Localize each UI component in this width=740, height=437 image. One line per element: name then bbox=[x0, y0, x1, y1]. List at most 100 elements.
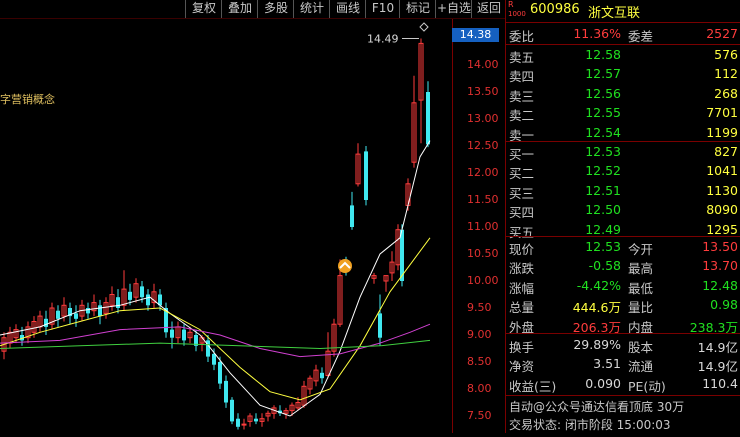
stock-code: 600986 bbox=[530, 2, 580, 17]
stat-row: 涨跌 -0.58 最高 13.70 bbox=[506, 256, 740, 277]
level-volume: 1041 bbox=[706, 163, 738, 179]
ratio-value: 11.36% bbox=[573, 26, 621, 41]
candle-body bbox=[98, 305, 102, 317]
candle-body bbox=[56, 310, 60, 319]
order-level-row[interactable]: 买一 12.53 827 bbox=[506, 142, 740, 162]
toolbar-button-6[interactable]: 标记 bbox=[399, 0, 436, 18]
toolbar-button-8[interactable]: 返回 bbox=[471, 0, 506, 18]
stat-value: 13.50 bbox=[702, 239, 738, 254]
level-label: 卖五 bbox=[509, 50, 535, 65]
stat-value: 444.6万 bbox=[572, 300, 621, 316]
level-volume: 112 bbox=[714, 66, 738, 82]
price-tick: 12.50 bbox=[467, 139, 499, 152]
level-price: 12.58 bbox=[585, 47, 621, 62]
stat-value: -0.58 bbox=[588, 258, 621, 274]
order-level-row[interactable]: 卖二 12.55 7701 bbox=[506, 103, 740, 123]
divider bbox=[506, 22, 740, 23]
stat-value: 13.70 bbox=[702, 258, 738, 274]
candle-body bbox=[218, 362, 222, 384]
stat-value: 14.9亿 bbox=[697, 359, 738, 375]
stat-value: 0.98 bbox=[710, 297, 738, 313]
level-price: 12.50 bbox=[585, 202, 621, 218]
stock-header: R 1000 600986 浙文互联 bbox=[506, 0, 740, 22]
price-tick: 7.50 bbox=[467, 409, 492, 422]
price-tick: 10.00 bbox=[467, 274, 499, 287]
level-volume: 1199 bbox=[706, 124, 738, 140]
candle-body bbox=[182, 329, 186, 341]
order-level-row[interactable]: 买四 12.50 8090 bbox=[506, 200, 740, 220]
stat-label: PE(动) bbox=[628, 378, 666, 394]
footer-line1: 自动@公众号通达信看顶底 30万 bbox=[506, 396, 740, 415]
candle-body bbox=[224, 380, 228, 403]
footer-text-1: 自动@公众号通达信看顶底 30万 bbox=[509, 400, 685, 414]
level-price: 12.53 bbox=[585, 144, 621, 159]
order-level-row[interactable]: 卖三 12.56 268 bbox=[506, 84, 740, 104]
stat-value: 110.4 bbox=[702, 375, 738, 391]
level-volume: 7701 bbox=[706, 105, 738, 121]
candle-body bbox=[241, 423, 247, 426]
stat-label: 流通 bbox=[628, 359, 654, 375]
candle-body bbox=[86, 308, 90, 314]
price-axis: 14.00 13.50 13.00 12.50 12.00 11.50 11.00 10.50… bbox=[452, 19, 506, 433]
order-level-row[interactable]: 买三 12.51 1130 bbox=[506, 181, 740, 201]
level-volume: 827 bbox=[714, 144, 738, 159]
toolbar-button-7[interactable]: +自选 bbox=[435, 0, 472, 18]
stat-label: 换手 bbox=[509, 340, 535, 355]
badge-num: 1000 bbox=[508, 10, 526, 18]
order-level-row[interactable]: 买二 12.52 1041 bbox=[506, 161, 740, 181]
stat-row: 收益(三) 0.090 PE(动) 110.4 bbox=[506, 374, 740, 394]
order-level-row[interactable]: 卖五 12.58 576 bbox=[506, 45, 740, 65]
kline-svg: 14.49 bbox=[0, 22, 431, 430]
toolbar-button-2[interactable]: 多股 bbox=[257, 0, 294, 18]
candle-body bbox=[320, 372, 324, 379]
order-level-row[interactable]: 卖一 12.54 1199 bbox=[506, 123, 740, 143]
toolbar-button-4[interactable]: 画线 bbox=[329, 0, 366, 18]
stat-value: 12.53 bbox=[585, 239, 621, 254]
stat-value: 12.48 bbox=[702, 277, 738, 293]
toolbar-button-5[interactable]: F10 bbox=[365, 0, 400, 18]
level-label: 卖三 bbox=[509, 88, 535, 104]
price-tick: 9.50 bbox=[467, 301, 492, 314]
level-price: 12.56 bbox=[585, 85, 621, 101]
level-price: 12.55 bbox=[585, 105, 621, 121]
stat-row: 总量 444.6万 量比 0.98 bbox=[506, 295, 740, 316]
candle-body bbox=[128, 291, 132, 300]
candle-body bbox=[74, 313, 78, 319]
price-tick: 9.00 bbox=[467, 328, 492, 341]
stat-row: 现价 12.53 今开 13.50 bbox=[506, 237, 740, 257]
stat-value: 0.090 bbox=[585, 375, 621, 391]
stat-label: 最高 bbox=[628, 261, 654, 277]
stat-row: 外盘 206.3万 内盘 238.3万 bbox=[506, 315, 740, 335]
price-tick: 13.50 bbox=[467, 85, 499, 98]
toolbar-button-3[interactable]: 统计 bbox=[293, 0, 330, 18]
ratio-diff-value: 2527 bbox=[706, 26, 738, 41]
stat-label: 净资 bbox=[509, 359, 535, 375]
order-level-row[interactable]: 卖四 12.57 112 bbox=[506, 64, 740, 84]
level-price: 12.49 bbox=[585, 221, 621, 237]
stat-label: 涨跌 bbox=[509, 261, 535, 277]
candle-body bbox=[230, 399, 234, 422]
level-volume: 576 bbox=[714, 47, 738, 62]
level-price: 12.51 bbox=[585, 182, 621, 198]
kline-chart[interactable]: 14.49 bbox=[0, 19, 452, 433]
chart-toolbar: 复权 叠加 多股 统计 画线 F10 标记 +自选 返回 bbox=[0, 0, 505, 19]
stat-label: 总量 bbox=[509, 300, 535, 316]
candle-body bbox=[426, 92, 430, 145]
stat-row: 涨幅 -4.42% 最低 12.48 bbox=[506, 276, 740, 296]
level-volume: 8090 bbox=[706, 202, 738, 218]
stat-label: 最低 bbox=[628, 280, 654, 296]
level-price: 12.52 bbox=[585, 163, 621, 179]
level-price: 12.57 bbox=[585, 66, 621, 82]
concept-label: 字营销概念 bbox=[0, 93, 55, 106]
candle-body bbox=[146, 294, 150, 306]
toolbar-button-0[interactable]: 复权 bbox=[185, 0, 222, 18]
toolbar-button-1[interactable]: 叠加 bbox=[221, 0, 258, 18]
level-price: 12.54 bbox=[585, 124, 621, 140]
price-tick: 11.50 bbox=[467, 193, 499, 206]
stat-label: 涨幅 bbox=[509, 280, 535, 296]
level-label: 买一 bbox=[509, 147, 535, 162]
price-tick: 10.50 bbox=[467, 247, 499, 260]
price-tick: 12.00 bbox=[467, 166, 499, 179]
divider bbox=[506, 333, 740, 334]
candle-body bbox=[378, 313, 382, 338]
